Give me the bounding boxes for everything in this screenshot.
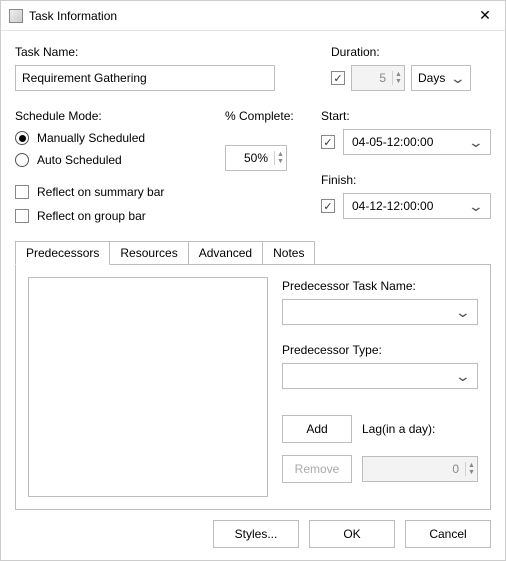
duration-spinner[interactable]: 5 ▲ ▼ bbox=[351, 65, 405, 91]
reflect-summary-checkbox[interactable] bbox=[15, 185, 29, 199]
spinner-down-icon[interactable]: ▼ bbox=[466, 469, 477, 476]
lag-value: 0 bbox=[363, 462, 465, 476]
remove-button[interactable]: Remove bbox=[282, 455, 352, 483]
auto-radio[interactable] bbox=[15, 153, 29, 167]
auto-radio-label: Auto Scheduled bbox=[37, 153, 122, 167]
chevron-down-icon: ⌄ bbox=[468, 134, 484, 151]
spinner-up-icon[interactable]: ▲ bbox=[275, 151, 286, 158]
start-checkbox[interactable] bbox=[321, 135, 335, 149]
task-info-dialog: Task Information ✕ Task Name: Duration: … bbox=[0, 0, 506, 561]
spinner-down-icon[interactable]: ▼ bbox=[275, 158, 286, 165]
task-name-input[interactable] bbox=[15, 65, 275, 91]
content-area: Task Name: Duration: 5 ▲ ▼ Days bbox=[1, 31, 505, 520]
task-name-label: Task Name: bbox=[15, 45, 311, 59]
pred-name-label: Predecessor Task Name: bbox=[282, 279, 478, 293]
duration-label: Duration: bbox=[331, 45, 491, 59]
window-title: Task Information bbox=[29, 9, 465, 23]
finish-date-select[interactable]: 04-12-12:00:00 ⌄ bbox=[343, 193, 491, 219]
spinner-up-icon[interactable]: ▲ bbox=[466, 462, 477, 469]
cancel-button[interactable]: Cancel bbox=[405, 520, 491, 548]
styles-button[interactable]: Styles... bbox=[213, 520, 299, 548]
reflect-group-checkbox[interactable] bbox=[15, 209, 29, 223]
finish-checkbox[interactable] bbox=[321, 199, 335, 213]
duration-unit-select[interactable]: Days ⌄ bbox=[411, 65, 471, 91]
reflect-group-label: Reflect on group bar bbox=[37, 209, 146, 223]
tab-resources[interactable]: Resources bbox=[109, 241, 188, 265]
percent-complete-label: % Complete: bbox=[225, 109, 301, 123]
spinner-down-icon[interactable]: ▼ bbox=[393, 78, 404, 85]
schedule-mode-label: Schedule Mode: bbox=[15, 109, 205, 123]
app-icon bbox=[9, 9, 23, 23]
finish-label: Finish: bbox=[321, 173, 491, 187]
predecessor-listbox[interactable] bbox=[28, 277, 268, 497]
close-icon[interactable]: ✕ bbox=[465, 1, 505, 31]
lag-label: Lag(in a day): bbox=[362, 422, 435, 436]
finish-date-value: 04-12-12:00:00 bbox=[352, 199, 433, 213]
add-button[interactable]: Add bbox=[282, 415, 352, 443]
chevron-down-icon: ⌄ bbox=[450, 70, 466, 87]
start-date-value: 04-05-12:00:00 bbox=[352, 135, 433, 149]
titlebar: Task Information ✕ bbox=[1, 1, 505, 31]
percent-spinner[interactable]: 50% ▲ ▼ bbox=[225, 145, 287, 171]
tab-container: Predecessors Resources Advanced Notes Pr… bbox=[15, 241, 491, 510]
chevron-down-icon: ⌄ bbox=[468, 198, 484, 215]
pred-name-select[interactable]: ⌄ bbox=[282, 299, 478, 325]
manual-radio[interactable] bbox=[15, 131, 29, 145]
duration-value: 5 bbox=[352, 71, 392, 85]
tab-notes[interactable]: Notes bbox=[262, 241, 315, 265]
pred-type-select[interactable]: ⌄ bbox=[282, 363, 478, 389]
percent-value: 50% bbox=[226, 151, 274, 165]
chevron-down-icon: ⌄ bbox=[455, 368, 471, 385]
start-date-select[interactable]: 04-05-12:00:00 ⌄ bbox=[343, 129, 491, 155]
duration-unit-value: Days bbox=[418, 71, 445, 85]
tab-advanced[interactable]: Advanced bbox=[188, 241, 263, 265]
ok-button[interactable]: OK bbox=[309, 520, 395, 548]
chevron-down-icon: ⌄ bbox=[455, 304, 471, 321]
pred-type-label: Predecessor Type: bbox=[282, 343, 478, 357]
tab-body: Predecessor Task Name: ⌄ Predecessor Typ… bbox=[15, 264, 491, 510]
tab-predecessors[interactable]: Predecessors bbox=[15, 241, 110, 265]
spinner-up-icon[interactable]: ▲ bbox=[393, 71, 404, 78]
reflect-summary-label: Reflect on summary bar bbox=[37, 185, 164, 199]
footer-buttons: Styles... OK Cancel bbox=[213, 520, 491, 548]
manual-radio-label: Manually Scheduled bbox=[37, 131, 145, 145]
duration-checkbox[interactable] bbox=[331, 71, 345, 85]
lag-spinner[interactable]: 0 ▲ ▼ bbox=[362, 456, 478, 482]
start-label: Start: bbox=[321, 109, 491, 123]
